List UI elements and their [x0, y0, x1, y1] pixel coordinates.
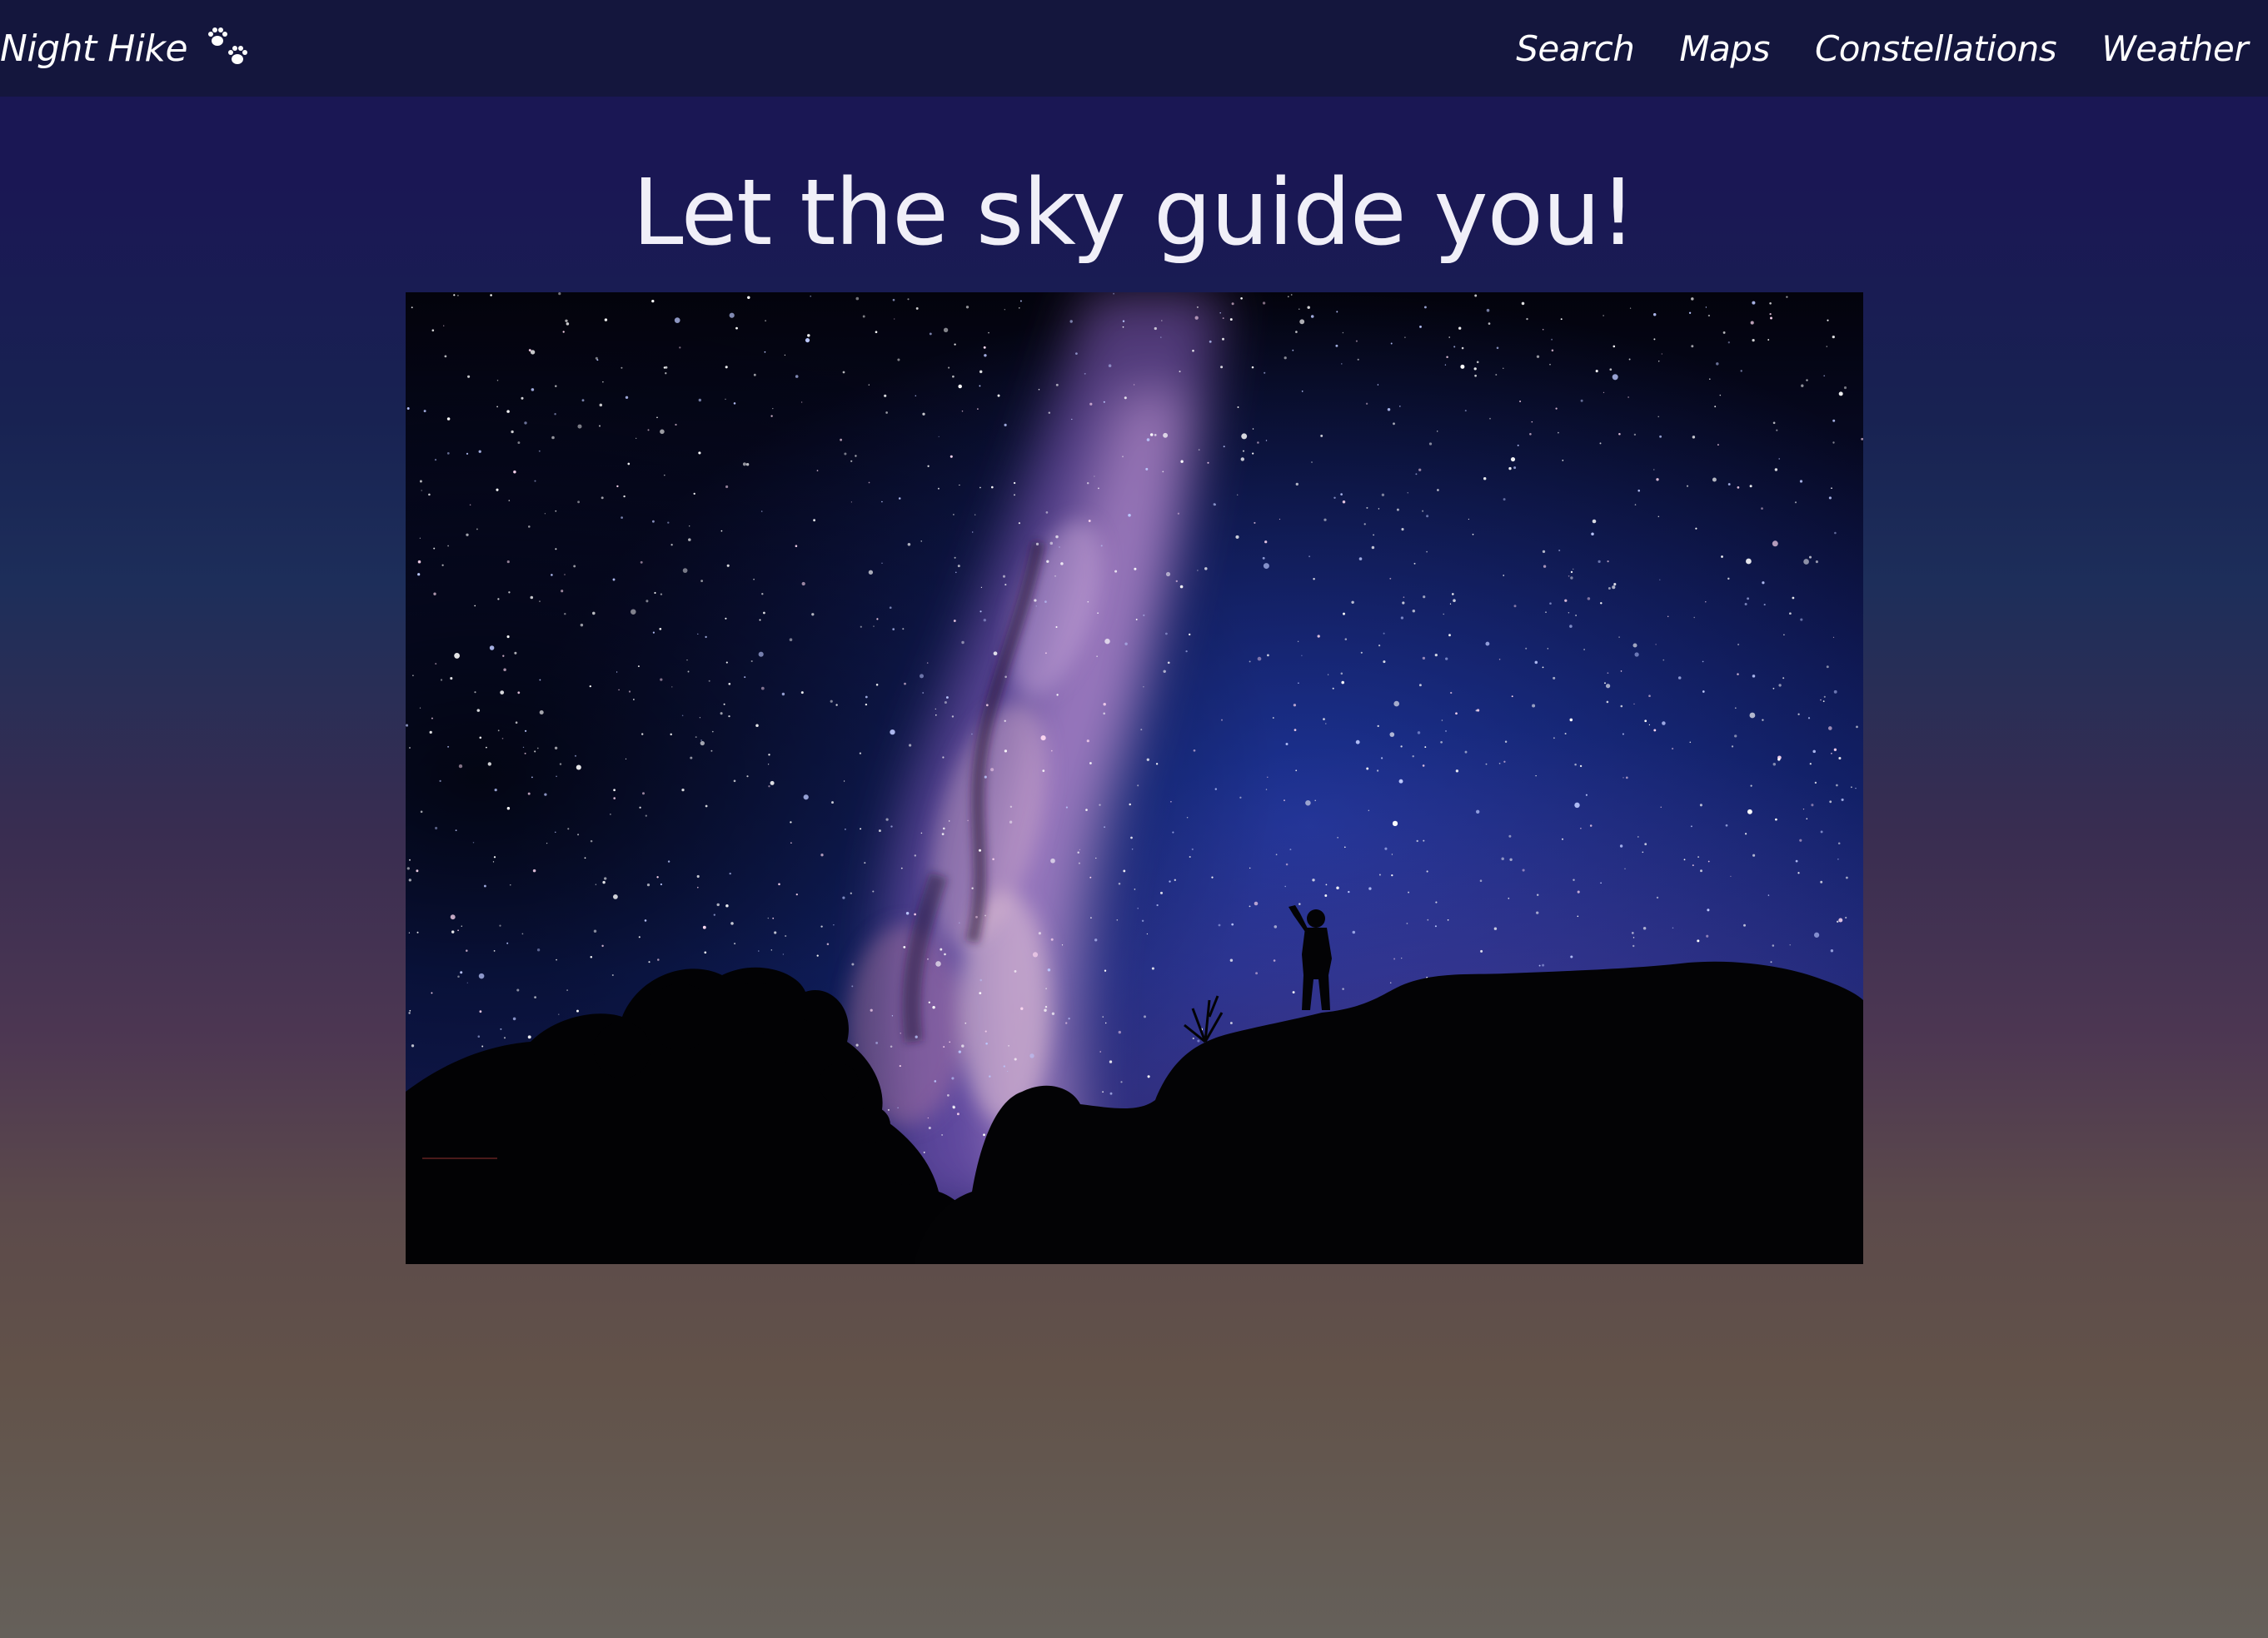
nav-links: Search Maps Constellations Weather [1516, 18, 2248, 78]
nav-link-weather[interactable]: Weather [2101, 28, 2248, 69]
brand-link[interactable]: Night Hike [0, 18, 251, 78]
top-navbar: Night Hike Search Maps Constellations We… [0, 0, 2268, 97]
hero-image [406, 292, 1863, 1264]
nav-link-constellations[interactable]: Constellations [1815, 28, 2057, 69]
nav-link-maps[interactable]: Maps [1679, 28, 1770, 69]
page-title: Let the sky guide you! [632, 159, 1637, 266]
paw-prints-icon [208, 27, 248, 64]
brand-name: Night Hike [0, 27, 188, 70]
nav-link-search[interactable]: Search [1516, 28, 1635, 69]
night-sky-illustration [406, 292, 1863, 1264]
